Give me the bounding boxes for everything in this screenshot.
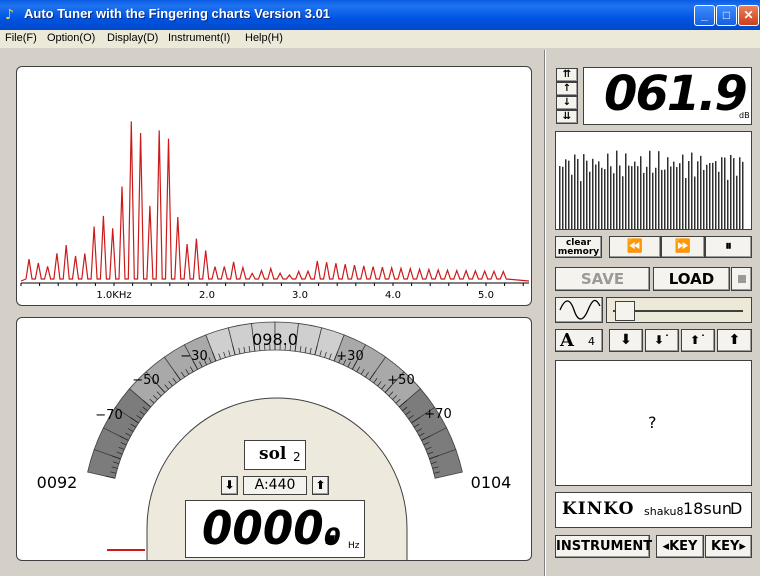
triangle-right-icon: ▸ (739, 539, 746, 554)
pitch-up-button[interactable]: ⬆ (312, 476, 329, 495)
pause-icon: ⏸ (725, 239, 732, 254)
meter-right-value: 0104 (471, 473, 512, 492)
rewind-icon: ⏪ (626, 239, 644, 254)
frequency-decimal: 0 (324, 523, 341, 551)
instrument-info: KINKO shaku8 18sun D (555, 492, 752, 528)
rewind-button[interactable]: ⏪ (609, 236, 661, 258)
semitone-down-button[interactable]: ⬇˙ (645, 329, 679, 352)
tick-label-4k: 4.0 (385, 290, 401, 301)
spectrum-panel: 1.0KHz 2.0 3.0 4.0 5.0 (16, 66, 532, 306)
tick-label-5k: 5.0 (478, 290, 494, 301)
minimize-button[interactable]: _ (694, 5, 715, 26)
history-graph (555, 131, 752, 230)
double-arrow-up-icon: ⇈ (562, 69, 572, 80)
note-display: sol 2 (244, 440, 306, 470)
maximize-button[interactable]: □ (716, 5, 737, 26)
level-up-button[interactable]: ↑ (556, 82, 578, 96)
frequency-unit: Hz (348, 541, 360, 551)
octave-down-button[interactable]: ⬇ (609, 329, 643, 352)
instrument-button[interactable]: INSTRUMENT (555, 535, 652, 558)
cents-label-plus70: +70 (424, 407, 451, 422)
arrow-down-icon: ↓ (562, 97, 572, 108)
key-down-label: KEY (669, 539, 698, 554)
meter-top-value: 098.0 (252, 330, 298, 349)
sine-wave-icon (559, 299, 601, 320)
transpose-number: 4 (588, 335, 595, 348)
transpose-note: A (560, 330, 574, 351)
pitch-down-button[interactable]: ⬇ (221, 476, 238, 495)
load-button[interactable]: LOAD (653, 267, 730, 291)
arrow-down-icon: ⬇ (620, 332, 632, 348)
menu-instrument[interactable]: Instrument(I) (168, 32, 230, 44)
cents-label-plus30: +30 (336, 349, 363, 364)
tick-label-2k: 2.0 (199, 290, 215, 301)
octave-up-button[interactable]: ⬆ (717, 329, 752, 352)
title-bar: ♪ Auto Tuner with the Fingering charts V… (0, 0, 760, 30)
stop-button[interactable] (731, 267, 752, 291)
menu-option[interactable]: Option(O) (47, 32, 95, 44)
arrow-down-small-icon: ⬇˙ (653, 333, 671, 347)
arrow-up-icon: ⬆ (728, 332, 741, 348)
note-octave: 2 (293, 450, 301, 464)
cents-label-plus50: +50 (387, 373, 414, 388)
history-bars (559, 150, 744, 229)
key-up-label: KEY (711, 539, 740, 554)
semitone-up-button[interactable]: ⬆˙ (681, 329, 715, 352)
cents-label-minus50: −50 (132, 373, 159, 388)
slider-thumb[interactable] (615, 301, 635, 321)
level-value: 061.9 (604, 66, 748, 122)
level-up-fast-button[interactable]: ⇈ (556, 68, 578, 82)
arrow-up-icon: ⬆ (315, 478, 326, 492)
pause-button[interactable]: ⏸ (705, 236, 752, 258)
double-arrow-down-icon: ⇊ (562, 111, 572, 122)
fingering-placeholder: ? (648, 413, 657, 432)
menu-help[interactable]: Help(H) (245, 32, 283, 44)
frequency-value: 0000. (202, 501, 341, 555)
tuning-fork-icon: ♪ (5, 7, 14, 23)
fast-forward-icon: ⏩ (674, 239, 692, 254)
fingering-chart: ? (555, 360, 752, 486)
level-unit: dB (739, 111, 750, 120)
level-down-fast-button[interactable]: ⇊ (556, 110, 578, 124)
stop-icon (738, 275, 746, 283)
instrument-school: KINKO (562, 499, 635, 519)
arrow-up-icon: ↑ (562, 83, 572, 94)
tuner-panel: 098.0 0092 0104 −70 −50 −30 +30 +50 +70 … (16, 317, 532, 561)
instrument-key: D (730, 499, 743, 518)
spectrum-line (20, 121, 530, 282)
level-display: 061.9 dB (583, 66, 752, 125)
close-button[interactable]: ✕ (738, 5, 759, 26)
cents-label-minus30: −30 (180, 349, 207, 364)
tick-label-3k: 3.0 (292, 290, 308, 301)
menu-display[interactable]: Display(D) (107, 32, 158, 44)
spectrum-display: 1.0KHz 2.0 3.0 4.0 5.0 (20, 121, 530, 301)
clear-memory-button[interactable]: clear memory (555, 236, 602, 258)
cents-label-minus70: −70 (95, 408, 122, 423)
menu-bar: File(F) Option(O) Display(D) Instrument(… (0, 30, 760, 48)
menu-file[interactable]: File(F) (5, 32, 37, 44)
instrument-type: shaku8 (644, 505, 684, 518)
key-down-button[interactable]: ◂KEY (656, 535, 704, 558)
sine-wave-button[interactable] (555, 297, 603, 323)
arrow-up-small-icon: ⬆˙ (689, 333, 707, 347)
window-title: Auto Tuner with the Fingering charts Ver… (24, 6, 331, 21)
instrument-size: 18sun (683, 499, 732, 518)
arrow-down-icon: ⬇ (224, 478, 235, 492)
key-up-button[interactable]: KEY▸ (705, 535, 752, 558)
save-button[interactable]: SAVE (555, 267, 650, 291)
volume-slider[interactable] (606, 297, 752, 323)
frequency-display: 0000. 0 Hz (185, 500, 365, 558)
meter-left-value: 0092 (37, 473, 78, 492)
panel-divider (544, 50, 546, 576)
pitch-ref: A:440 (243, 476, 307, 495)
forward-button[interactable]: ⏩ (661, 236, 705, 258)
note-name: sol (259, 444, 287, 464)
tick-label-1k: 1.0KHz (96, 290, 131, 301)
transpose-display: A 4 (555, 329, 603, 352)
level-down-button[interactable]: ↓ (556, 96, 578, 110)
